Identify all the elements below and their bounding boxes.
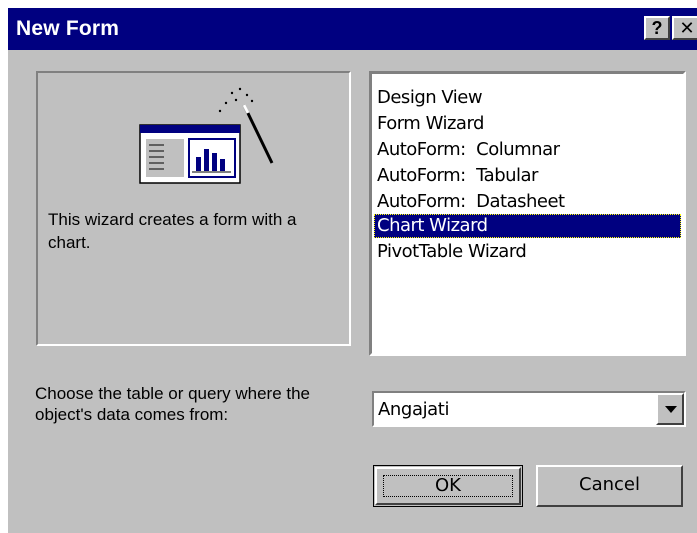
cancel-button[interactable]: Cancel: [536, 465, 683, 507]
dropdown-button[interactable]: [656, 393, 684, 425]
window-title: New Form: [16, 17, 120, 40]
form-type-listbox[interactable]: Design View Form Wizard AutoForm: Column…: [369, 71, 686, 356]
list-item-design-view[interactable]: Design View: [374, 86, 681, 110]
help-button[interactable]: ?: [644, 16, 670, 40]
source-prompt-label: Choose the table or query where the obje…: [35, 384, 311, 424]
list-item-chart-wizard[interactable]: Chart Wizard: [374, 214, 681, 238]
list-item-form-wizard[interactable]: Form Wizard: [374, 112, 681, 136]
source-table-combobox[interactable]: Angajati: [372, 391, 686, 427]
list-item-pivottable-wizard[interactable]: PivotTable Wizard: [374, 240, 681, 264]
wizard-description: This wizard creates a form with a chart.: [48, 210, 297, 252]
title-bar[interactable]: New Form ? ✕: [8, 8, 697, 50]
source-table-value: Angajati: [378, 399, 450, 420]
list-item-autoform-tabular[interactable]: AutoForm: Tabular: [374, 164, 681, 188]
chevron-down-icon: [665, 406, 677, 413]
list-item-autoform-columnar[interactable]: AutoForm: Columnar: [374, 138, 681, 162]
close-button[interactable]: ✕: [672, 16, 697, 40]
list-item-autoform-datasheet[interactable]: AutoForm: Datasheet: [374, 190, 681, 214]
new-form-dialog: New Form ? ✕ This wizard creates a form …: [8, 8, 697, 533]
chart-wizard-illustration-icon: [139, 87, 274, 184]
close-icon: ✕: [679, 18, 695, 38]
wizard-preview-panel: This wizard creates a form with a chart.: [36, 71, 351, 346]
ok-button[interactable]: OK: [373, 465, 523, 507]
